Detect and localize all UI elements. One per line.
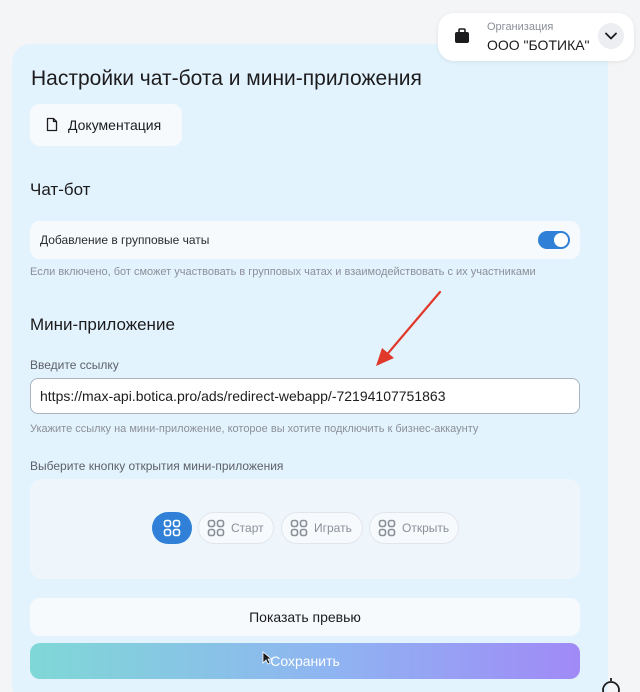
link-field-label: Введите ссылку	[30, 358, 119, 372]
group-chats-setting: Добавление в групповые чаты	[30, 221, 580, 259]
organization-label: Организация	[487, 21, 554, 33]
open-button-option-play[interactable]: Играть	[281, 512, 363, 544]
miniapp-section-title: Мини-приложение	[30, 315, 175, 334]
document-icon	[46, 117, 58, 132]
page-title: Настройки чат-бота и мини-приложения	[31, 67, 422, 90]
group-chats-label: Добавление в групповые чаты	[40, 233, 210, 247]
organization-name: ООО "БОТИКА"	[487, 37, 590, 53]
organization-dropdown-button[interactable]	[598, 23, 624, 49]
group-chats-toggle[interactable]	[538, 231, 570, 249]
option-label: Старт	[231, 521, 264, 535]
open-button-label: Выберите кнопку открытия мини-приложения	[30, 459, 284, 473]
timer-icon[interactable]	[600, 677, 622, 692]
documentation-label: Документация	[68, 117, 162, 133]
apps-grid-icon	[163, 519, 181, 537]
miniapp-link-input[interactable]	[30, 378, 580, 414]
mouse-cursor-icon	[262, 651, 272, 665]
open-button-option-open[interactable]: Открыть	[369, 512, 459, 544]
apps-grid-icon	[207, 519, 225, 537]
group-chats-hint: Если включено, бот сможет участвовать в …	[30, 266, 536, 278]
save-button[interactable]: Сохранить	[30, 643, 580, 679]
open-button-option-start[interactable]: Старт	[198, 512, 274, 544]
link-field-hint: Укажите ссылку на мини-приложение, котор…	[30, 423, 479, 435]
chatbot-section-title: Чат-бот	[30, 180, 91, 199]
chevron-down-icon	[605, 32, 617, 40]
open-button-options: Старт Играть Открыть	[30, 479, 580, 579]
option-label: Открыть	[402, 521, 450, 535]
annotation-arrow-icon	[376, 290, 442, 366]
option-label: Играть	[314, 521, 352, 535]
show-preview-button[interactable]: Показать превью	[30, 598, 580, 636]
open-button-option-icon[interactable]	[152, 512, 192, 544]
apps-grid-icon	[290, 519, 308, 537]
documentation-button[interactable]: Документация	[30, 104, 182, 146]
apps-grid-icon	[378, 519, 396, 537]
briefcase-icon	[455, 28, 469, 43]
toggle-knob	[554, 233, 568, 247]
